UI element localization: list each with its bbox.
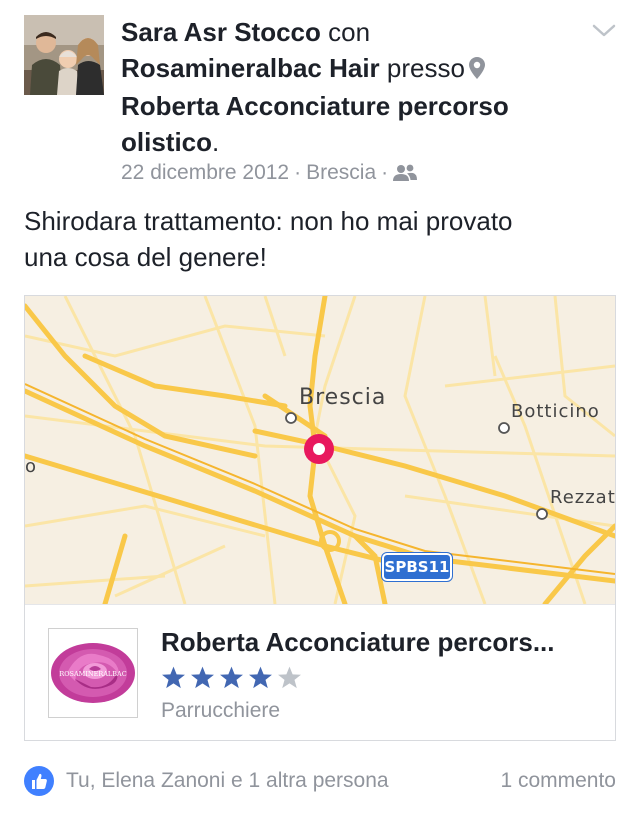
chevron-down-icon[interactable]: [592, 22, 616, 40]
map-label-brescia: Brescia: [299, 385, 387, 410]
separator-dot: ·: [294, 161, 302, 184]
location-pin-icon: [468, 52, 485, 88]
post-text-line-1: Shirodara trattamento: non ho mai provat…: [24, 206, 513, 236]
like-reaction-icon[interactable]: [24, 766, 54, 796]
location-map[interactable]: Brescia Botticino Rezzat o SPBS11: [25, 296, 615, 604]
post-body: Shirodara trattamento: non ho mai provat…: [24, 203, 624, 275]
star-filled-icon: [249, 666, 272, 689]
place-card[interactable]: Brescia Botticino Rezzat o SPBS11 ROSAMI…: [24, 295, 616, 741]
star-filled-icon: [162, 666, 185, 689]
likers-text[interactable]: Tu, Elena Zanoni e 1 altra persona: [66, 769, 389, 793]
star-empty-icon: [278, 666, 301, 689]
star-filled-icon: [191, 666, 214, 689]
post-header: Sara Asr Stocco con Rosamineralbac Hair …: [121, 14, 561, 160]
city-marker-brescia: [285, 412, 297, 424]
place-thumbnail-text: ROSAMINERALBAC: [59, 670, 126, 678]
road-badge: SPBS11: [381, 552, 453, 582]
author-avatar[interactable]: [24, 15, 104, 95]
place-category: Parrucchiere: [161, 699, 281, 722]
separator-dot: ·: [381, 161, 389, 184]
location-line-1: Roberta Acconciature percorso: [121, 91, 509, 121]
post-meta: 22 dicembre 2012 · Brescia ·: [121, 158, 418, 191]
place-thumbnail[interactable]: ROSAMINERALBAC: [48, 628, 138, 718]
tagged-page[interactable]: Rosamineralbac Hair: [121, 53, 380, 83]
at-word: presso: [386, 53, 465, 83]
friends-icon: [393, 161, 418, 191]
comments-count[interactable]: 1 commento: [500, 769, 616, 793]
map-pin-icon: [304, 434, 334, 464]
post-footer: Tu, Elena Zanoni e 1 altra persona 1 com…: [24, 766, 616, 800]
rating-stars: [161, 665, 302, 693]
location-name[interactable]: Roberta Acconciature percorso olistico: [121, 91, 509, 157]
author-name[interactable]: Sara Asr Stocco: [121, 17, 321, 47]
location-period: .: [212, 127, 220, 157]
city-marker-botticino: [498, 422, 510, 434]
post-date[interactable]: 22 dicembre 2012: [121, 161, 289, 184]
with-word: con: [328, 17, 371, 47]
place-name[interactable]: Roberta Acconciature percors...: [161, 627, 601, 658]
star-filled-icon: [220, 666, 243, 689]
place-info[interactable]: ROSAMINERALBAC Roberta Acconciature perc…: [25, 604, 615, 740]
map-label-rezzato: Rezzat: [550, 487, 615, 508]
location-line-2: olistico: [121, 127, 213, 157]
post-city[interactable]: Brescia: [306, 161, 376, 184]
map-label-edge: o: [25, 456, 37, 477]
post-text-line-2: una cosa del genere!: [24, 242, 267, 272]
city-marker-rezzato: [536, 508, 548, 520]
map-label-botticino: Botticino: [511, 401, 600, 422]
